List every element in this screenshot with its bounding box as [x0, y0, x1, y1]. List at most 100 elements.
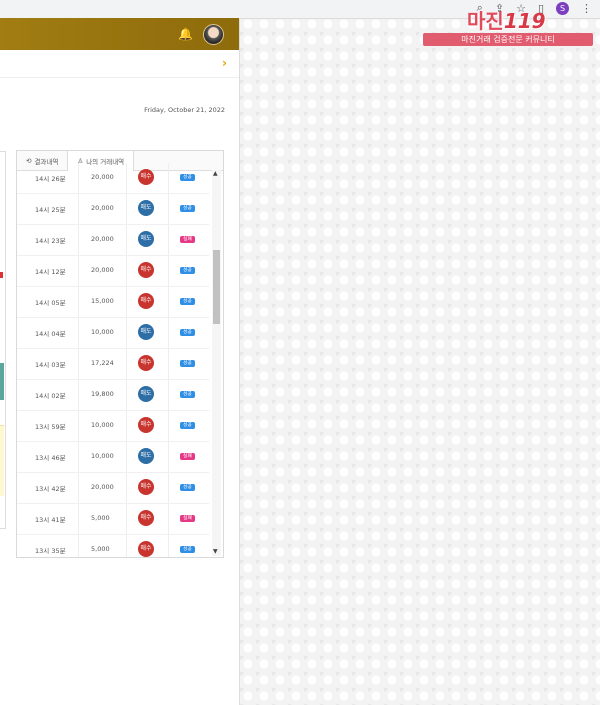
trading-app: 🔔 › Friday, October 21, 2022 ⟲ 결과내역 ♙ 나의 거… [0, 18, 240, 705]
trade-result-badge: 성공 [180, 329, 195, 336]
scrollbar-thumb[interactable] [213, 250, 220, 324]
trade-amount: 20,000 [91, 173, 114, 181]
column-divider [168, 287, 169, 317]
trade-time: 14시 02분 [35, 392, 66, 400]
trade-result-badge: 실패 [180, 236, 195, 243]
trade-side-badge: 매도 [138, 448, 154, 464]
column-divider [168, 535, 169, 557]
chevron-right-icon[interactable]: › [222, 56, 227, 70]
column-divider [168, 163, 169, 193]
scrollbar[interactable]: ▲ ▼ [212, 170, 221, 556]
trade-side-badge: 매수 [138, 479, 154, 495]
column-divider [126, 504, 127, 534]
column-divider [168, 318, 169, 348]
trade-result-badge: 성공 [180, 546, 195, 553]
avatar[interactable] [203, 24, 224, 45]
trade-row: 14시 02분 19,800 매도 성공 [17, 380, 209, 411]
trade-result-badge: 실패 [180, 453, 195, 460]
trade-row: 13시 46분 10,000 매도 실패 [17, 442, 209, 473]
column-divider [78, 349, 79, 379]
left-panel-red-marker [0, 272, 3, 278]
scroll-up-icon[interactable]: ▲ [213, 170, 218, 177]
trade-row: 14시 26분 20,000 매수 성공 [17, 163, 209, 194]
trade-side-badge: 매도 [138, 324, 154, 340]
column-divider [126, 163, 127, 193]
trade-time: 13시 42분 [35, 485, 66, 493]
trade-side-badge: 매수 [138, 541, 154, 557]
watermark-subtitle: 마진거래 검증전문 커뮤니티 [423, 33, 593, 46]
trade-row: 14시 25분 20,000 매도 성공 [17, 194, 209, 225]
trade-result-badge: 성공 [180, 360, 195, 367]
left-panel-teal-block [0, 363, 4, 400]
trade-row: 13시 35분 5,000 매수 성공 [17, 535, 209, 557]
column-divider [78, 411, 79, 441]
column-divider [78, 225, 79, 255]
trade-amount: 20,000 [91, 204, 114, 212]
column-divider [168, 473, 169, 503]
watermark-title: 마진119 [467, 9, 546, 33]
column-divider [78, 535, 79, 557]
column-divider [168, 442, 169, 472]
trade-side-badge: 매도 [138, 200, 154, 216]
column-divider [78, 473, 79, 503]
trade-side-badge: 매수 [138, 417, 154, 433]
column-divider [78, 256, 79, 286]
column-divider [126, 380, 127, 410]
column-divider [126, 225, 127, 255]
trade-amount: 15,000 [91, 297, 114, 305]
trade-time: 14시 03분 [35, 361, 66, 369]
trade-result-badge: 성공 [180, 484, 195, 491]
trade-amount: 19,800 [91, 390, 114, 398]
trade-time: 13시 35분 [35, 547, 66, 555]
trade-time: 13시 41분 [35, 516, 66, 524]
current-date: Friday, October 21, 2022 [144, 106, 225, 114]
trade-row: 14시 03분 17,224 매수 성공 [17, 349, 209, 380]
trade-row: 14시 05분 15,000 매수 성공 [17, 287, 209, 318]
column-divider [78, 163, 79, 193]
trade-history-panel: ⟲ 결과내역 ♙ 나의 거래내역 14시 26분 20,000 매수 성공 14시 … [16, 150, 224, 558]
trade-side-badge: 매수 [138, 355, 154, 371]
trade-row: 13시 41분 5,000 매수 실패 [17, 504, 209, 535]
trade-time: 14시 04분 [35, 330, 66, 338]
trade-amount: 10,000 [91, 328, 114, 336]
trade-side-badge: 매도 [138, 386, 154, 402]
trade-result-badge: 실패 [180, 515, 195, 522]
trade-list: 14시 26분 20,000 매수 성공 14시 25분 20,000 매도 성… [17, 163, 209, 557]
column-divider [126, 256, 127, 286]
trade-result-badge: 성공 [180, 298, 195, 305]
column-divider [78, 194, 79, 224]
trade-row: 14시 23분 20,000 매도 실패 [17, 225, 209, 256]
trade-time: 13시 59분 [35, 423, 66, 431]
trade-amount: 20,000 [91, 235, 114, 243]
trade-amount: 20,000 [91, 483, 114, 491]
column-divider [168, 349, 169, 379]
trade-amount: 20,000 [91, 266, 114, 274]
trade-result-badge: 성공 [180, 205, 195, 212]
column-divider [168, 411, 169, 441]
trade-side-badge: 매도 [138, 231, 154, 247]
column-divider [126, 442, 127, 472]
column-divider [168, 194, 169, 224]
trade-row: 13시 59분 10,000 매수 성공 [17, 411, 209, 442]
trade-row: 14시 04분 10,000 매도 성공 [17, 318, 209, 349]
column-divider [78, 287, 79, 317]
trade-time: 14시 26분 [35, 175, 66, 183]
trade-time: 14시 23분 [35, 237, 66, 245]
column-divider [126, 318, 127, 348]
trade-amount: 17,224 [91, 359, 114, 367]
column-divider [168, 504, 169, 534]
column-divider [78, 442, 79, 472]
column-divider [78, 318, 79, 348]
trade-time: 14시 25분 [35, 206, 66, 214]
notification-icon[interactable]: 🔔 [178, 27, 193, 41]
watermark-logo: 마진119 마진거래 검증전문 커뮤니티 [423, 5, 593, 47]
trade-amount: 10,000 [91, 421, 114, 429]
trade-result-badge: 성공 [180, 391, 195, 398]
column-divider [126, 535, 127, 557]
column-divider [168, 256, 169, 286]
column-divider [78, 504, 79, 534]
trade-time: 13시 46분 [35, 454, 66, 462]
sub-navigation: › [0, 50, 239, 78]
column-divider [126, 411, 127, 441]
scroll-down-icon[interactable]: ▼ [213, 548, 218, 555]
